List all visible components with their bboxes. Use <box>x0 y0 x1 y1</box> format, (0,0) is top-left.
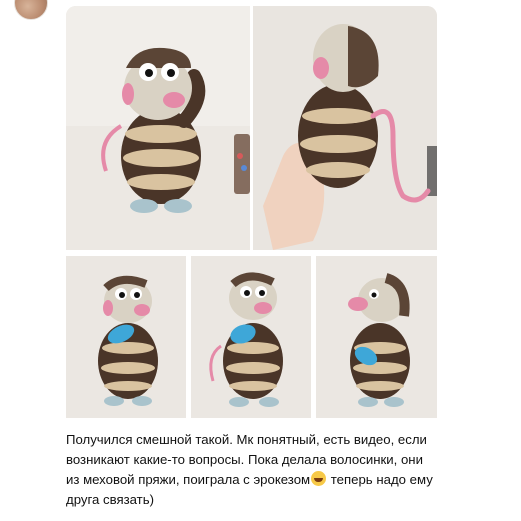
photo-with-toy-left[interactable] <box>66 256 186 418</box>
photo-with-toy-side[interactable] <box>316 256 437 418</box>
message-text: Получился смешной такой. Мк понятный, ес… <box>66 430 438 510</box>
photo-back-hand[interactable] <box>253 6 437 250</box>
photo-front[interactable] <box>66 6 250 250</box>
message-bubble: Получился смешной такой. Мк понятный, ес… <box>60 0 442 516</box>
sender-avatar[interactable] <box>14 0 48 20</box>
grinning-face-emoji-icon <box>311 471 327 486</box>
photo-album <box>60 0 442 420</box>
photo-with-toy-center[interactable] <box>191 256 311 418</box>
